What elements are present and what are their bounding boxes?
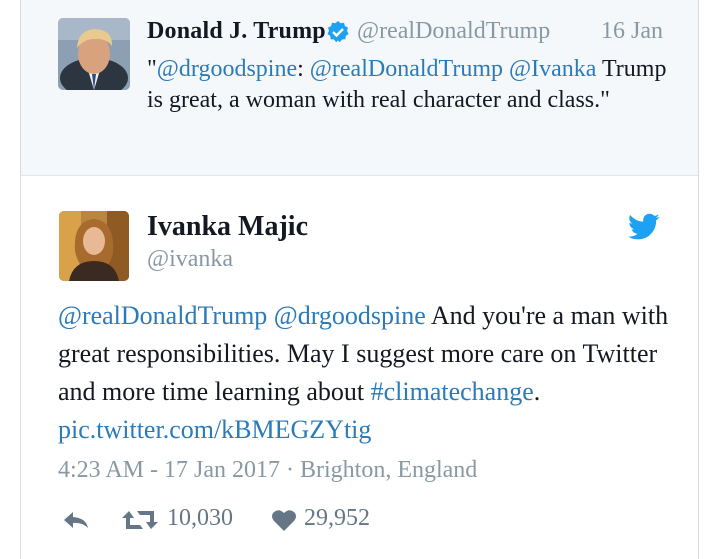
- quoted-date[interactable]: 16 Jan: [601, 18, 663, 45]
- avatar-trump[interactable]: [58, 18, 130, 90]
- text-segment: :: [297, 56, 310, 82]
- quoted-tweet-text: "@drgoodspine: @realDonaldTrump @Ivanka …: [147, 54, 667, 116]
- mention-link[interactable]: @realDonaldTrump: [310, 56, 503, 82]
- mention-link[interactable]: @realDonaldTrump: [58, 301, 267, 330]
- text-segment: ": [147, 56, 157, 82]
- retweet-icon[interactable]: [121, 507, 159, 533]
- mention-link[interactable]: @Ivanka: [509, 56, 596, 82]
- tweet-text: @realDonaldTrump @drgoodspine And you're…: [58, 297, 678, 449]
- heart-icon[interactable]: [271, 508, 297, 532]
- reply-icon[interactable]: [62, 508, 90, 532]
- author-handle[interactable]: @ivanka: [147, 246, 233, 273]
- like-count[interactable]: 29,952: [304, 505, 370, 532]
- hashtag-link[interactable]: #climatechange: [371, 377, 534, 406]
- mention-link[interactable]: @drgoodspine: [274, 301, 426, 330]
- avatar-ivanka[interactable]: [59, 211, 129, 281]
- quoted-author-handle[interactable]: @realDonaldTrump: [357, 18, 550, 45]
- text-segment: .: [533, 377, 541, 406]
- quoted-author-name[interactable]: Donald J. Trump: [147, 18, 326, 45]
- author-name[interactable]: Ivanka Majic: [147, 211, 308, 243]
- media-link[interactable]: pic.twitter.com/kBMEGZYtig: [58, 415, 371, 444]
- quoted-tweet[interactable]: Donald J. Trump @realDonaldTrump 16 Jan …: [21, 0, 698, 176]
- mention-link[interactable]: @drgoodspine: [157, 56, 297, 82]
- frame-right-border: [698, 0, 699, 559]
- retweet-count[interactable]: 10,030: [167, 505, 233, 532]
- verified-badge-icon: [327, 21, 349, 43]
- tweet-timestamp-location[interactable]: 4:23 AM - 17 Jan 2017 · Brighton, Englan…: [58, 457, 477, 484]
- twitter-bird-icon[interactable]: [628, 213, 660, 241]
